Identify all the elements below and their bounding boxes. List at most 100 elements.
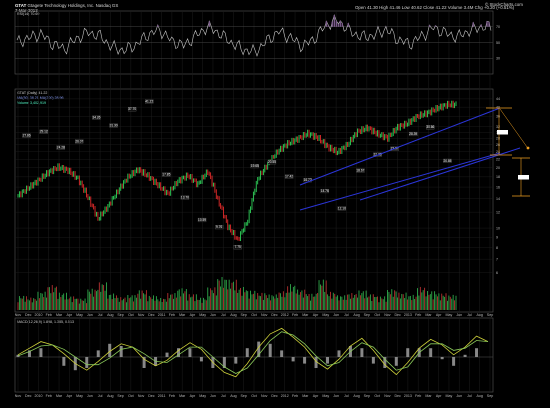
- price-tick-label: 8: [496, 246, 498, 250]
- x-tick-label: Oct: [374, 394, 380, 398]
- target-label: 12.55: [499, 130, 507, 134]
- pivot-label: 20.55: [268, 160, 276, 164]
- x-tick-label: Feb: [169, 394, 175, 398]
- x-tick-label: Jul: [344, 394, 349, 398]
- x-tick-label-mid: Apr: [67, 313, 73, 317]
- x-tick-label: Mar: [56, 394, 63, 398]
- x-tick-label-mid: Jul: [467, 313, 472, 317]
- pivot-label: 37.70: [128, 107, 136, 111]
- pivot-label: 34.26: [92, 115, 100, 119]
- projection-line: [499, 108, 528, 148]
- x-tick-label-mid: Mar: [56, 313, 63, 317]
- macd-line: [17, 327, 489, 378]
- x-tick-label: Sep: [117, 394, 123, 398]
- x-tick-label: Dec: [25, 394, 32, 398]
- x-tick-label-mid: Jul: [221, 313, 226, 317]
- x-tick-label-mid: Apr: [436, 313, 442, 317]
- x-tick-label-mid: Aug: [107, 313, 113, 317]
- price-tick-label: 9: [496, 236, 498, 240]
- x-tick-label-mid: Mar: [302, 313, 309, 317]
- x-tick-label-mid: Jun: [456, 313, 462, 317]
- pivot-label: 12.10: [338, 206, 346, 210]
- x-tick-label-mid: Jun: [210, 313, 216, 317]
- x-tick-label: Nov: [138, 394, 145, 398]
- target-label: 14.55: [520, 175, 528, 179]
- rsi-tick-label: 50: [496, 41, 500, 45]
- trend-channel-line: [359, 147, 521, 201]
- pivot-label: 7.75: [235, 245, 241, 249]
- x-tick-label-mid: Dec: [148, 313, 155, 317]
- x-tick-label-mid: 2011: [158, 313, 166, 317]
- x-tick-label-mid: Dec: [271, 313, 278, 317]
- pivot-label: 14.76: [321, 189, 329, 193]
- price-tick-label: 36: [496, 115, 500, 119]
- x-tick-label: Feb: [415, 394, 421, 398]
- x-tick-label: 2011: [158, 394, 166, 398]
- rsi-tick-label: 30: [496, 57, 500, 61]
- x-tick-label: Jul: [98, 394, 103, 398]
- pivot-label: 26.07: [75, 139, 83, 143]
- x-tick-label: Dec: [148, 394, 155, 398]
- x-tick-label: May: [199, 394, 206, 398]
- x-tick-label: 2012: [281, 394, 289, 398]
- pivot-label: 29.12: [40, 130, 48, 134]
- x-tick-label-mid: 2012: [281, 313, 289, 317]
- price-tick-label: 26: [496, 143, 500, 147]
- macd-signal-line: [17, 331, 489, 374]
- x-tick-label: Oct: [251, 394, 257, 398]
- x-tick-label: Nov: [15, 394, 22, 398]
- x-tick-label: Sep: [364, 394, 370, 398]
- x-tick-label-mid: May: [446, 313, 453, 317]
- chart-canvas: NovNovDecDec20102010FebFebMarMarAprAprMa…: [14, 10, 530, 398]
- x-tick-label: Sep: [241, 394, 247, 398]
- stock-chart: GTAT Gtagete Technology Holdings, Inc. N…: [0, 0, 550, 408]
- x-tick-label: Nov: [261, 394, 268, 398]
- x-tick-label-mid: Feb: [415, 313, 421, 317]
- x-tick-label-mid: May: [199, 313, 206, 317]
- price-tick-label: 16: [496, 185, 500, 189]
- pivot-label: 30.66: [426, 125, 434, 129]
- x-tick-label: 2010: [35, 394, 43, 398]
- x-tick-label: Dec: [394, 394, 401, 398]
- price-tick-label: 22: [496, 158, 500, 162]
- x-tick-label-mid: Mar: [179, 313, 186, 317]
- x-tick-label-mid: Nov: [261, 313, 268, 317]
- x-tick-label-mid: May: [322, 313, 329, 317]
- projection-point: [526, 146, 530, 150]
- x-tick-label-mid: Jul: [344, 313, 349, 317]
- x-tick-label-mid: 2013: [404, 313, 412, 317]
- x-tick-label: May: [446, 394, 453, 398]
- price-tick-label: 14: [496, 197, 500, 201]
- x-tick-label: Apr: [67, 394, 73, 398]
- price-tick-label: 32: [496, 125, 500, 129]
- x-tick-label: Jun: [210, 394, 216, 398]
- x-tick-label: Dec: [271, 394, 278, 398]
- x-tick-label: Jul: [467, 394, 472, 398]
- x-tick-label-mid: Sep: [117, 313, 123, 317]
- pivot-label: 24.28: [57, 146, 65, 150]
- pivot-label: 20.85: [443, 159, 451, 163]
- pivot-label: 13.70: [181, 195, 189, 199]
- x-tick-label: Apr: [190, 394, 196, 398]
- x-tick-label-mid: Jun: [87, 313, 93, 317]
- x-tick-label: Aug: [353, 394, 359, 398]
- x-tick-label: Oct: [128, 394, 134, 398]
- x-tick-label-mid: Oct: [374, 313, 380, 317]
- x-tick-label-mid: Feb: [46, 313, 52, 317]
- pivot-label: 28.39: [409, 132, 417, 136]
- x-tick-label-mid: Dec: [394, 313, 401, 317]
- x-tick-label-mid: Nov: [15, 313, 22, 317]
- x-tick-label-mid: Feb: [292, 313, 298, 317]
- x-tick-label: Nov: [384, 394, 391, 398]
- pivot-label: 41.22: [145, 99, 153, 103]
- x-tick-label-mid: Feb: [169, 313, 175, 317]
- x-tick-label-mid: May: [76, 313, 83, 317]
- price-tick-label: 7: [496, 257, 498, 261]
- x-tick-label-mid: 2010: [35, 313, 43, 317]
- x-tick-label: Aug: [477, 394, 483, 398]
- x-tick-label: Apr: [436, 394, 442, 398]
- x-tick-label: Apr: [313, 394, 319, 398]
- price-tick-label: 10: [496, 226, 500, 230]
- x-tick-label-mid: Sep: [241, 313, 247, 317]
- pivot-label: 10.59: [198, 218, 206, 222]
